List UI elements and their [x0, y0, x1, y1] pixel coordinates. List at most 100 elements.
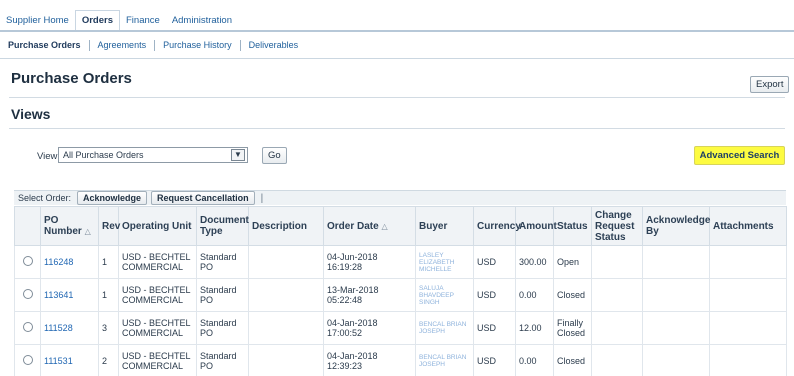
buyer-cell: BENCAL BRIAN JOSEPH [415, 311, 474, 345]
description-header: Description [248, 206, 324, 246]
po-number-link[interactable]: 113641 [44, 290, 73, 300]
status-cell: Finally Closed [553, 311, 592, 345]
subtab-agreements[interactable]: Agreements [90, 40, 156, 51]
document-type-cell: Standard PO [196, 311, 249, 345]
tab-orders[interactable]: Orders [74, 10, 120, 30]
rev-header: Rev [98, 206, 120, 246]
change-request-status-cell [591, 245, 643, 279]
amount-cell: 0.00 [515, 344, 554, 376]
currency-header: Currency [473, 206, 521, 246]
sort-icon[interactable]: △ [85, 227, 91, 236]
subtab-purchase-history[interactable]: Purchase History [155, 40, 241, 51]
buyer-name: SALUJA BHAVDEEP SINGH [419, 284, 454, 306]
po-number-link[interactable]: 116248 [44, 257, 73, 267]
buyer-cell: LASLEY ELIZABETH MICHELLE [415, 245, 474, 279]
description-cell [248, 245, 324, 279]
attachments-header: Attachments [709, 206, 787, 246]
currency-cell: USD [473, 311, 516, 345]
po-number-header-label: PO Number [44, 215, 82, 237]
request-cancellation-button[interactable]: Request Cancellation [151, 191, 255, 205]
acknowledge-by-cell [642, 278, 710, 312]
go-button[interactable]: Go [262, 147, 287, 164]
acknowledge-by-cell [642, 311, 710, 345]
operating-unit-header: Operating Unit [118, 206, 197, 246]
currency-cell: USD [473, 245, 516, 279]
status-header: Status [553, 206, 592, 246]
order-date-header[interactable]: Order Date △ [323, 206, 416, 246]
order-date-cell: 13-Mar-2018 05:22:48 [323, 278, 416, 312]
row-select-radio[interactable] [22, 289, 33, 299]
page-title: Purchase Orders [11, 70, 132, 87]
description-cell [248, 344, 324, 376]
buyer-cell: SALUJA BHAVDEEP SINGH [415, 278, 474, 312]
description-cell [248, 311, 324, 345]
table-row: 116248 1 USD - BECHTEL COMMERCIAL Standa… [14, 245, 787, 279]
status-cell: Closed [553, 344, 592, 376]
rev-cell: 1 [98, 245, 119, 279]
row-select-radio[interactable] [22, 322, 33, 332]
row-select-cell [14, 344, 41, 376]
operating-unit-cell: USD - BECHTEL COMMERCIAL [118, 278, 197, 312]
page-title-divider [9, 97, 785, 98]
rev-cell: 3 [98, 311, 119, 345]
table-row: 111531 2 USD - BECHTEL COMMERCIAL Standa… [14, 344, 787, 376]
views-divider [9, 128, 785, 129]
change-request-status-cell [591, 344, 643, 376]
currency-cell: USD [473, 278, 516, 312]
acknowledge-by-cell [642, 344, 710, 376]
row-select-radio[interactable] [22, 355, 33, 365]
acknowledge-by-cell [642, 245, 710, 279]
document-type-cell: Standard PO [196, 344, 249, 376]
buyer-header: Buyer [415, 206, 474, 246]
status-cell: Open [553, 245, 592, 279]
view-select-value: All Purchase Orders [63, 150, 144, 160]
view-select[interactable]: All Purchase Orders ▼ [58, 147, 248, 163]
acknowledge-by-header: Acknowledge By [642, 206, 710, 246]
po-number-link[interactable]: 111531 [44, 356, 73, 366]
table-header-row: PO Number △ Rev Operating Unit Document … [14, 206, 787, 246]
po-number-cell: 113641 [40, 278, 99, 312]
view-label: View [37, 151, 58, 162]
po-number-cell: 111528 [40, 311, 99, 345]
amount-cell: 12.00 [515, 311, 554, 345]
chevron-down-icon[interactable]: ▼ [231, 149, 245, 161]
sort-icon[interactable]: △ [381, 222, 387, 231]
toolbar-separator: | [260, 192, 264, 204]
buyer-name: BENCAL BRIAN JOSEPH [419, 354, 467, 368]
change-request-status-cell [591, 311, 643, 345]
amount-header: Amount [515, 206, 557, 246]
row-select-radio[interactable] [22, 256, 33, 266]
advanced-search-button[interactable]: Advanced Search [694, 146, 785, 165]
amount-cell: 0.00 [515, 278, 554, 312]
po-number-cell: 111531 [40, 344, 99, 376]
select-order-label: Select Order: [18, 193, 72, 203]
order-date-cell: 04-Jan-2018 17:00:52 [323, 311, 416, 345]
views-heading: Views [11, 106, 51, 122]
select-column-header [14, 206, 41, 246]
po-number-header[interactable]: PO Number △ [40, 206, 99, 246]
tab-administration[interactable]: Administration [166, 12, 238, 30]
subtab-deliverables[interactable]: Deliverables [241, 40, 307, 51]
buyer-name: LASLEY ELIZABETH MICHELLE [419, 251, 455, 273]
po-number-link[interactable]: 111528 [44, 323, 73, 333]
sub-navigation: Purchase Orders Agreements Purchase Hist… [6, 40, 306, 51]
po-number-cell: 116248 [40, 245, 99, 279]
attachments-cell [709, 311, 787, 345]
operating-unit-cell: USD - BECHTEL COMMERCIAL [118, 311, 197, 345]
change-request-status-cell [591, 278, 643, 312]
tab-finance[interactable]: Finance [120, 12, 166, 30]
row-select-cell [14, 311, 41, 345]
select-order-bar: Select Order: Acknowledge Request Cancel… [14, 190, 786, 205]
subtab-purchase-orders[interactable]: Purchase Orders [6, 40, 90, 51]
export-button[interactable]: Export [750, 76, 790, 93]
acknowledge-button[interactable]: Acknowledge [77, 191, 148, 205]
operating-unit-cell: USD - BECHTEL COMMERCIAL [118, 245, 197, 279]
document-type-cell: Standard PO [196, 245, 249, 279]
row-select-cell [14, 278, 41, 312]
rev-cell: 1 [98, 278, 119, 312]
amount-cell: 300.00 [515, 245, 554, 279]
order-date-cell: 04-Jun-2018 16:19:28 [323, 245, 416, 279]
change-request-status-header: Change Request Status [591, 206, 643, 246]
buyer-name: BENCAL BRIAN JOSEPH [419, 321, 467, 335]
tab-supplier-home[interactable]: Supplier Home [0, 12, 75, 30]
